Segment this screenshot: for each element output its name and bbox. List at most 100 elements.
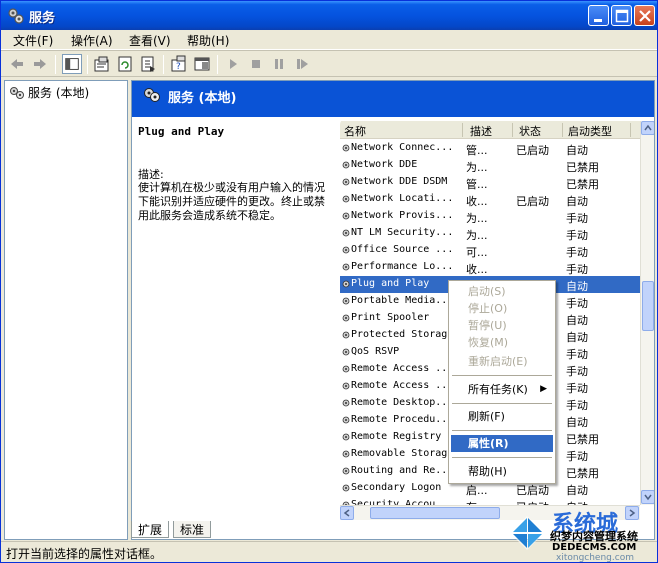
svg-text:?: ? (176, 62, 181, 72)
scroll-down-button[interactable] (641, 490, 654, 504)
column-name[interactable]: 名称 (344, 123, 366, 139)
service-description-cell: 启... (466, 484, 488, 497)
service-gear-icon (342, 228, 350, 241)
service-name: Secondary Logon (351, 482, 442, 493)
vertical-scroll-thumb[interactable] (642, 281, 654, 331)
refresh-icon[interactable] (115, 54, 135, 74)
windows-logo-icon (510, 516, 544, 550)
service-name: Network Locati... (351, 193, 454, 204)
service-description-cell: 管... (466, 144, 488, 157)
window-title: 服务 (29, 11, 56, 26)
stop-icon[interactable] (246, 54, 266, 74)
menu-item-restart[interactable]: 重新启动(E) (451, 353, 553, 370)
column-startup-type[interactable]: 启动类型 (568, 123, 612, 139)
service-name: Network Connec... (351, 142, 454, 153)
table-row[interactable]: Network Locati... 收... 已启动 自动 (340, 191, 640, 208)
service-gear-icon (342, 398, 350, 411)
table-row[interactable]: Network DDE DSDM 管... 已禁用 (340, 174, 640, 191)
title-bar[interactable]: 服务 (1, 1, 657, 30)
tab-standard[interactable]: 标准 (173, 521, 212, 538)
table-row[interactable]: Network DDE 为... 已禁用 (340, 157, 640, 174)
properties-icon[interactable] (92, 54, 112, 74)
service-name: Remote Access ... (351, 380, 454, 391)
description-pane: Plug and Play 描述: 使计算机在极少或没有用户输入的情况下能识别并… (132, 117, 338, 521)
menu-action[interactable]: 操作(A) (68, 32, 116, 49)
service-gear-icon (342, 194, 350, 207)
table-row[interactable]: Network Provis... 为... 手动 (340, 208, 640, 225)
service-startup-type: 已禁用 (566, 178, 599, 191)
show-tree-icon[interactable] (62, 54, 82, 74)
selected-service-name: Plug and Play (138, 125, 225, 138)
service-startup-type: 已禁用 (566, 467, 599, 480)
service-name: Plug and Play (351, 278, 430, 289)
vertical-scrollbar[interactable] (640, 121, 654, 505)
service-name: QoS RSVP (351, 346, 400, 357)
console-icon[interactable] (192, 54, 212, 74)
services-gear-icon (10, 87, 24, 99)
menu-view[interactable]: 查看(V) (126, 32, 174, 49)
minimize-icon (594, 19, 602, 22)
horizontal-scroll-thumb[interactable] (370, 507, 500, 519)
scroll-left-button[interactable] (340, 506, 354, 520)
forward-icon[interactable] (30, 54, 50, 74)
service-startup-type: 已禁用 (566, 161, 599, 174)
tab-extended[interactable]: 扩展 (131, 521, 170, 538)
back-icon[interactable] (7, 54, 27, 74)
submenu-arrow-icon: ▶ (540, 384, 547, 394)
chevron-left-icon (343, 509, 350, 517)
menu-item-stop[interactable]: 停止(O) (451, 300, 553, 317)
menu-item-pause[interactable]: 暂停(U) (451, 317, 553, 334)
service-startup-type: 自动 (566, 280, 588, 293)
service-gear-icon (342, 143, 350, 156)
menu-item-help[interactable]: 帮助(H) (451, 463, 553, 480)
service-startup-type: 已禁用 (566, 433, 599, 446)
service-gear-icon (342, 330, 350, 343)
service-description-cell: 为... (466, 229, 488, 242)
service-startup-type: 自动 (566, 195, 588, 208)
table-row[interactable]: Network Connec... 管... 已启动 自动 (340, 140, 640, 157)
minimize-button[interactable] (588, 5, 609, 26)
menu-item-resume[interactable]: 恢复(M) (451, 334, 553, 351)
service-startup-type: 手动 (566, 212, 588, 225)
service-name: Protected Storag (351, 329, 448, 340)
service-startup-type: 自动 (566, 331, 588, 344)
service-gear-icon (342, 245, 350, 258)
view-tabs: 扩展 标准 (131, 521, 331, 539)
services-panel: 服务 (本地) Plug and Play 描述: 使计算机在极少或没有用户输入… (131, 80, 655, 540)
service-name: NT LM Security... (351, 227, 454, 238)
maximize-button[interactable] (611, 5, 632, 26)
service-startup-type: 手动 (566, 450, 588, 463)
close-button[interactable] (634, 5, 655, 26)
service-description-cell: 收... (466, 263, 488, 276)
menu-item-refresh[interactable]: 刷新(F) (451, 408, 553, 425)
service-startup-type: 自动 (566, 484, 588, 497)
column-description[interactable]: 描述 (470, 123, 492, 139)
menu-help[interactable]: 帮助(H) (184, 32, 232, 49)
service-startup-type: 手动 (566, 348, 588, 361)
table-row[interactable]: Performance Lo... 收... 手动 (340, 259, 640, 276)
panel-header: 服务 (本地) (132, 81, 654, 111)
scroll-up-button[interactable] (641, 121, 654, 135)
play-icon[interactable] (223, 54, 243, 74)
menu-item-properties[interactable]: 属性(R) (451, 435, 553, 452)
menu-item-all-tasks[interactable]: 所有任务(K) ▶ (451, 381, 553, 398)
restart-icon[interactable] (292, 54, 312, 74)
service-startup-type: 自动 (566, 144, 588, 157)
menu-item-start[interactable]: 启动(S) (451, 283, 553, 300)
table-row[interactable]: NT LM Security... 为... 手动 (340, 225, 640, 242)
export-icon[interactable] (138, 54, 158, 74)
service-startup-type: 自动 (566, 314, 588, 327)
menu-file[interactable]: 文件(F) (10, 32, 56, 49)
help-icon[interactable]: ? (169, 54, 189, 74)
service-name: Remote Desktop... (351, 397, 454, 408)
tree-item-services-local[interactable]: 服务 (本地) (9, 84, 89, 101)
table-row[interactable]: Office Source ... 可... 手动 (340, 242, 640, 259)
column-status[interactable]: 状态 (519, 123, 541, 139)
pause-icon[interactable] (269, 54, 289, 74)
service-name: Network DDE DSDM (351, 176, 448, 187)
service-name: Print Spooler (351, 312, 430, 323)
service-startup-type: 手动 (566, 365, 588, 378)
service-startup-type: 手动 (566, 263, 588, 276)
service-description: 使计算机在极少或没有用户输入的情况下能识别并适应硬件的更改。终止或禁用此服务会造… (138, 181, 325, 222)
service-startup-type: 手动 (566, 246, 588, 259)
